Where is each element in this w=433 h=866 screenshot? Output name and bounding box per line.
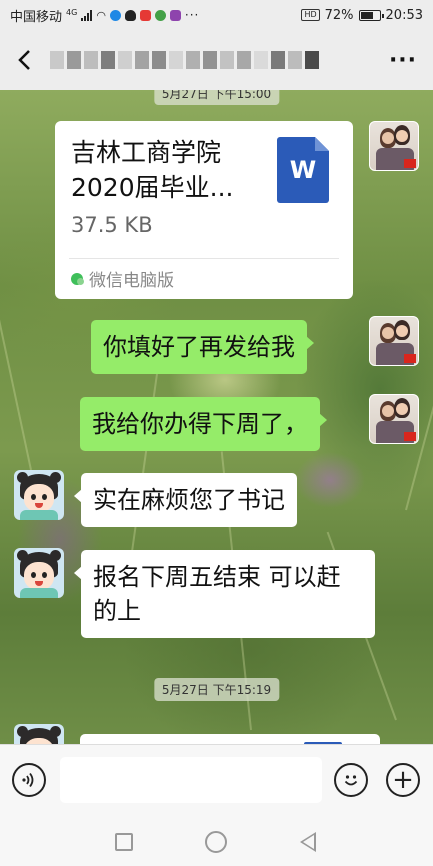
file-divider	[69, 258, 339, 259]
home-circle-icon[interactable]	[205, 831, 227, 853]
avatar[interactable]	[369, 316, 419, 366]
word-document-icon: W	[277, 137, 329, 203]
plus-button[interactable]: +	[386, 763, 420, 797]
avatar[interactable]	[14, 470, 64, 520]
avatar[interactable]	[369, 121, 419, 171]
battery-percent: 72%	[324, 7, 354, 23]
message-bubble-incoming[interactable]: 报名下周五结束 可以赶的上	[74, 550, 375, 638]
more-dots-icon: ···	[388, 47, 418, 73]
messages-app-icon	[169, 9, 181, 21]
chat-header: ···	[0, 30, 433, 90]
status-bar: 中国移动 4G ◠ ··· HD 72% 20:53	[0, 0, 433, 30]
message-bubble-incoming[interactable]: 实在麻烦您了书记	[74, 473, 297, 527]
emoji-button[interactable]	[334, 763, 368, 797]
battery-icon	[358, 9, 384, 21]
system-nav-bar	[0, 814, 433, 866]
voice-button[interactable]	[12, 763, 46, 797]
timestamp: 5月27日 下午15:00	[153, 90, 280, 105]
input-bar: +	[0, 744, 433, 814]
video-app-icon	[139, 9, 151, 21]
network-badge: 4G	[66, 7, 78, 17]
signal-icon	[81, 9, 93, 21]
grass-stem	[0, 215, 32, 471]
recent-apps-square-icon[interactable]	[115, 833, 133, 851]
chevron-left-icon	[18, 50, 30, 70]
status-right: HD 72% 20:53	[301, 8, 423, 23]
avatar[interactable]	[369, 394, 419, 444]
file-message[interactable]: 吉林工商学院2020届毕业... 37.5 KB W 微信电脑版	[55, 121, 353, 299]
hd-icon: HD	[301, 9, 320, 21]
file-size: 37.5 KB	[71, 213, 153, 237]
clock: 20:53	[385, 7, 423, 23]
battery-fill	[360, 11, 374, 19]
avatar[interactable]	[14, 548, 64, 598]
message-input[interactable]	[60, 757, 322, 803]
chat-area[interactable]: 5月27日 下午15:00 吉林工商学院2020届毕业... 37.5 KB W…	[0, 90, 433, 744]
voice-icon	[22, 772, 34, 788]
carrier-label: 中国移动	[10, 9, 63, 25]
file-source-label: 微信电脑版	[89, 271, 174, 291]
file-source: 微信电脑版	[71, 266, 174, 291]
browser-icon	[154, 9, 166, 21]
more-notifications-icon: ···	[184, 8, 200, 22]
app-notification-icon	[109, 9, 121, 21]
status-left: 中国移动 4G ◠ ···	[10, 6, 199, 25]
message-bubble-outgoing[interactable]: 我给你办得下周了，	[80, 397, 327, 451]
wechat-pc-icon	[71, 272, 84, 285]
file-name: 吉林工商学院2020届毕业...	[71, 138, 234, 202]
message-bubble-outgoing[interactable]: 你填好了再发给我	[91, 320, 314, 374]
avatar[interactable]	[14, 724, 64, 744]
blurred-contact-name	[50, 50, 319, 70]
more-button[interactable]: ···	[373, 30, 433, 90]
timestamp: 5月27日 下午15:19	[153, 678, 280, 701]
plus-icon: +	[392, 765, 414, 795]
wifi-icon: ◠	[96, 8, 106, 22]
qq-icon	[124, 9, 136, 21]
back-triangle-icon[interactable]	[300, 832, 316, 852]
emoji-icon	[344, 775, 358, 786]
back-button[interactable]	[0, 30, 50, 90]
